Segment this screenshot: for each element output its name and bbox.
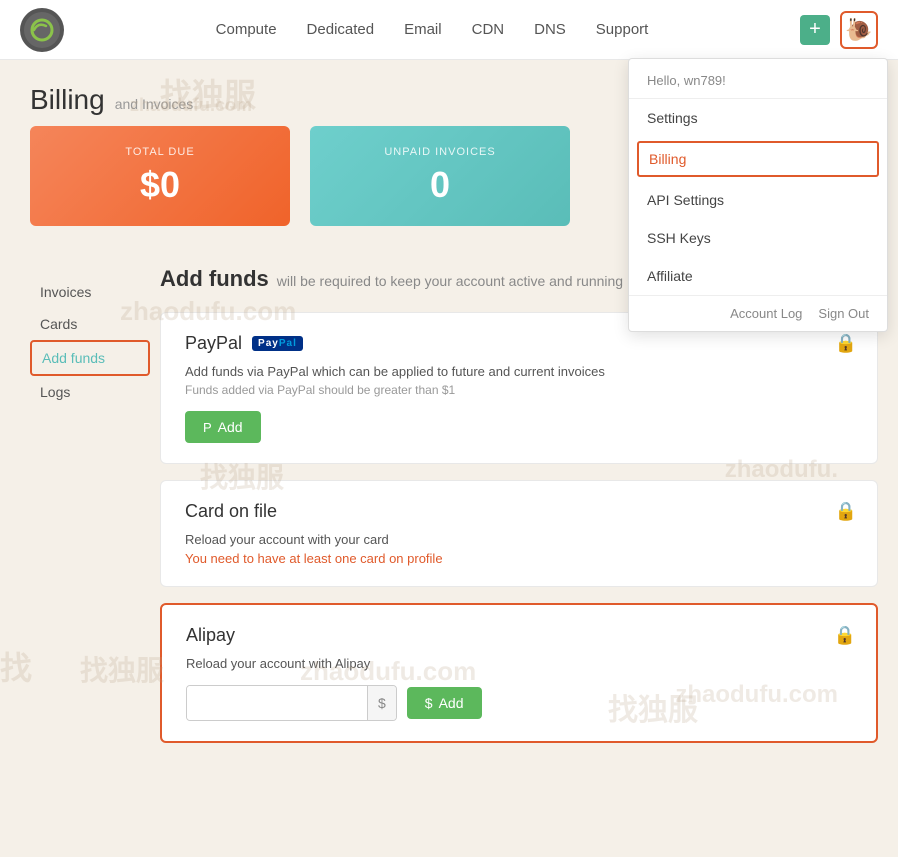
paypal-desc: Add funds via PayPal which can be applie…: [185, 364, 853, 379]
logo[interactable]: [20, 8, 64, 52]
user-dropdown: Hello, wn789! Settings Billing API Setti…: [628, 58, 888, 332]
unpaid-invoices-value: 0: [430, 164, 450, 206]
alipay-title: Alipay: [186, 625, 852, 646]
paypal-title: PayPal PayPal: [185, 333, 853, 354]
account-log-link[interactable]: Account Log: [730, 306, 802, 321]
dropdown-api-settings[interactable]: API Settings: [629, 181, 887, 219]
sidebar: Invoices Cards Add funds Logs: [30, 266, 150, 759]
card-name: Card on file: [185, 501, 277, 522]
dropdown-settings[interactable]: Settings: [629, 99, 887, 137]
card-desc: Reload your account with your card: [185, 532, 853, 547]
paypal-section: 🔒 PayPal PayPal Add funds via PayPal whi…: [160, 312, 878, 464]
alipay-add-button[interactable]: $ Add: [407, 687, 482, 719]
add-button[interactable]: +: [800, 15, 830, 45]
dropdown-billing[interactable]: Billing: [637, 141, 879, 177]
card-on-file-section: 🔒 Card on file Reload your account with …: [160, 480, 878, 587]
content-title: Add funds: [160, 266, 269, 292]
alipay-section: 🔒 Alipay Reload your account with Alipay…: [160, 603, 878, 743]
nav-dedicated[interactable]: Dedicated: [307, 21, 375, 38]
main-layout: zhaodufu.com 找独服 zhaodufu. zhaodufu.com …: [0, 256, 898, 789]
paypal-name: PayPal: [185, 333, 242, 354]
nav-dns[interactable]: DNS: [534, 21, 566, 38]
nav-email[interactable]: Email: [404, 21, 442, 38]
alipay-dollar-prefix: $: [425, 695, 433, 711]
card-lock-icon: 🔒: [835, 501, 857, 522]
navbar: Compute Dedicated Email CDN DNS Support …: [0, 0, 898, 60]
alipay-amount-input[interactable]: [187, 686, 367, 720]
paypal-badge: PayPal: [252, 336, 303, 351]
dropdown-footer: Account Log Sign Out: [629, 295, 887, 331]
dropdown-affiliate[interactable]: Affiliate: [629, 257, 887, 295]
alipay-name: Alipay: [186, 625, 235, 646]
alipay-currency-symbol: $: [367, 686, 396, 720]
sign-out-link[interactable]: Sign Out: [818, 306, 869, 321]
nav-links: Compute Dedicated Email CDN DNS Support: [64, 21, 800, 38]
card-warning: You need to have at least one card on pr…: [185, 551, 853, 566]
dropdown-greeting: Hello, wn789!: [629, 59, 887, 99]
total-due-label: TOTAL DUE: [125, 146, 194, 158]
total-due-value: $0: [140, 164, 180, 206]
alipay-amount-wrap: $: [186, 685, 397, 721]
snail-icon: 🐌: [845, 17, 872, 43]
alipay-input-row: $ $ Add: [186, 685, 852, 721]
nav-actions: + 🐌: [800, 11, 878, 49]
paypal-note: Funds added via PayPal should be greater…: [185, 383, 853, 397]
billing-subtitle: and Invoices: [115, 96, 194, 112]
alipay-add-label: Add: [439, 695, 464, 711]
unpaid-invoices-label: UNPAID INVOICES: [384, 146, 495, 158]
paypal-icon: P: [203, 420, 212, 435]
total-due-card: TOTAL DUE $0: [30, 126, 290, 226]
sidebar-add-funds[interactable]: Add funds: [30, 340, 150, 376]
alipay-desc: Reload your account with Alipay: [186, 656, 852, 671]
content-area: Add funds will be required to keep your …: [150, 266, 898, 759]
sidebar-logs[interactable]: Logs: [30, 376, 150, 408]
unpaid-invoices-card: UNPAID INVOICES 0: [310, 126, 570, 226]
nav-compute[interactable]: Compute: [216, 21, 277, 38]
paypal-add-button[interactable]: P Add: [185, 411, 261, 443]
paypal-add-label: Add: [218, 419, 243, 435]
nav-support[interactable]: Support: [596, 21, 649, 38]
paypal-lock-icon: 🔒: [835, 333, 857, 354]
nav-cdn[interactable]: CDN: [472, 21, 505, 38]
alipay-lock-icon: 🔒: [834, 625, 856, 646]
sidebar-cards[interactable]: Cards: [30, 308, 150, 340]
dropdown-ssh-keys[interactable]: SSH Keys: [629, 219, 887, 257]
content-subtitle: will be required to keep your account ac…: [277, 273, 623, 289]
card-title: Card on file: [185, 501, 853, 522]
wm-9: 找: [0, 643, 32, 689]
avatar-button[interactable]: 🐌: [840, 11, 878, 49]
sidebar-invoices[interactable]: Invoices: [30, 276, 150, 308]
billing-title: Billing: [30, 84, 105, 116]
